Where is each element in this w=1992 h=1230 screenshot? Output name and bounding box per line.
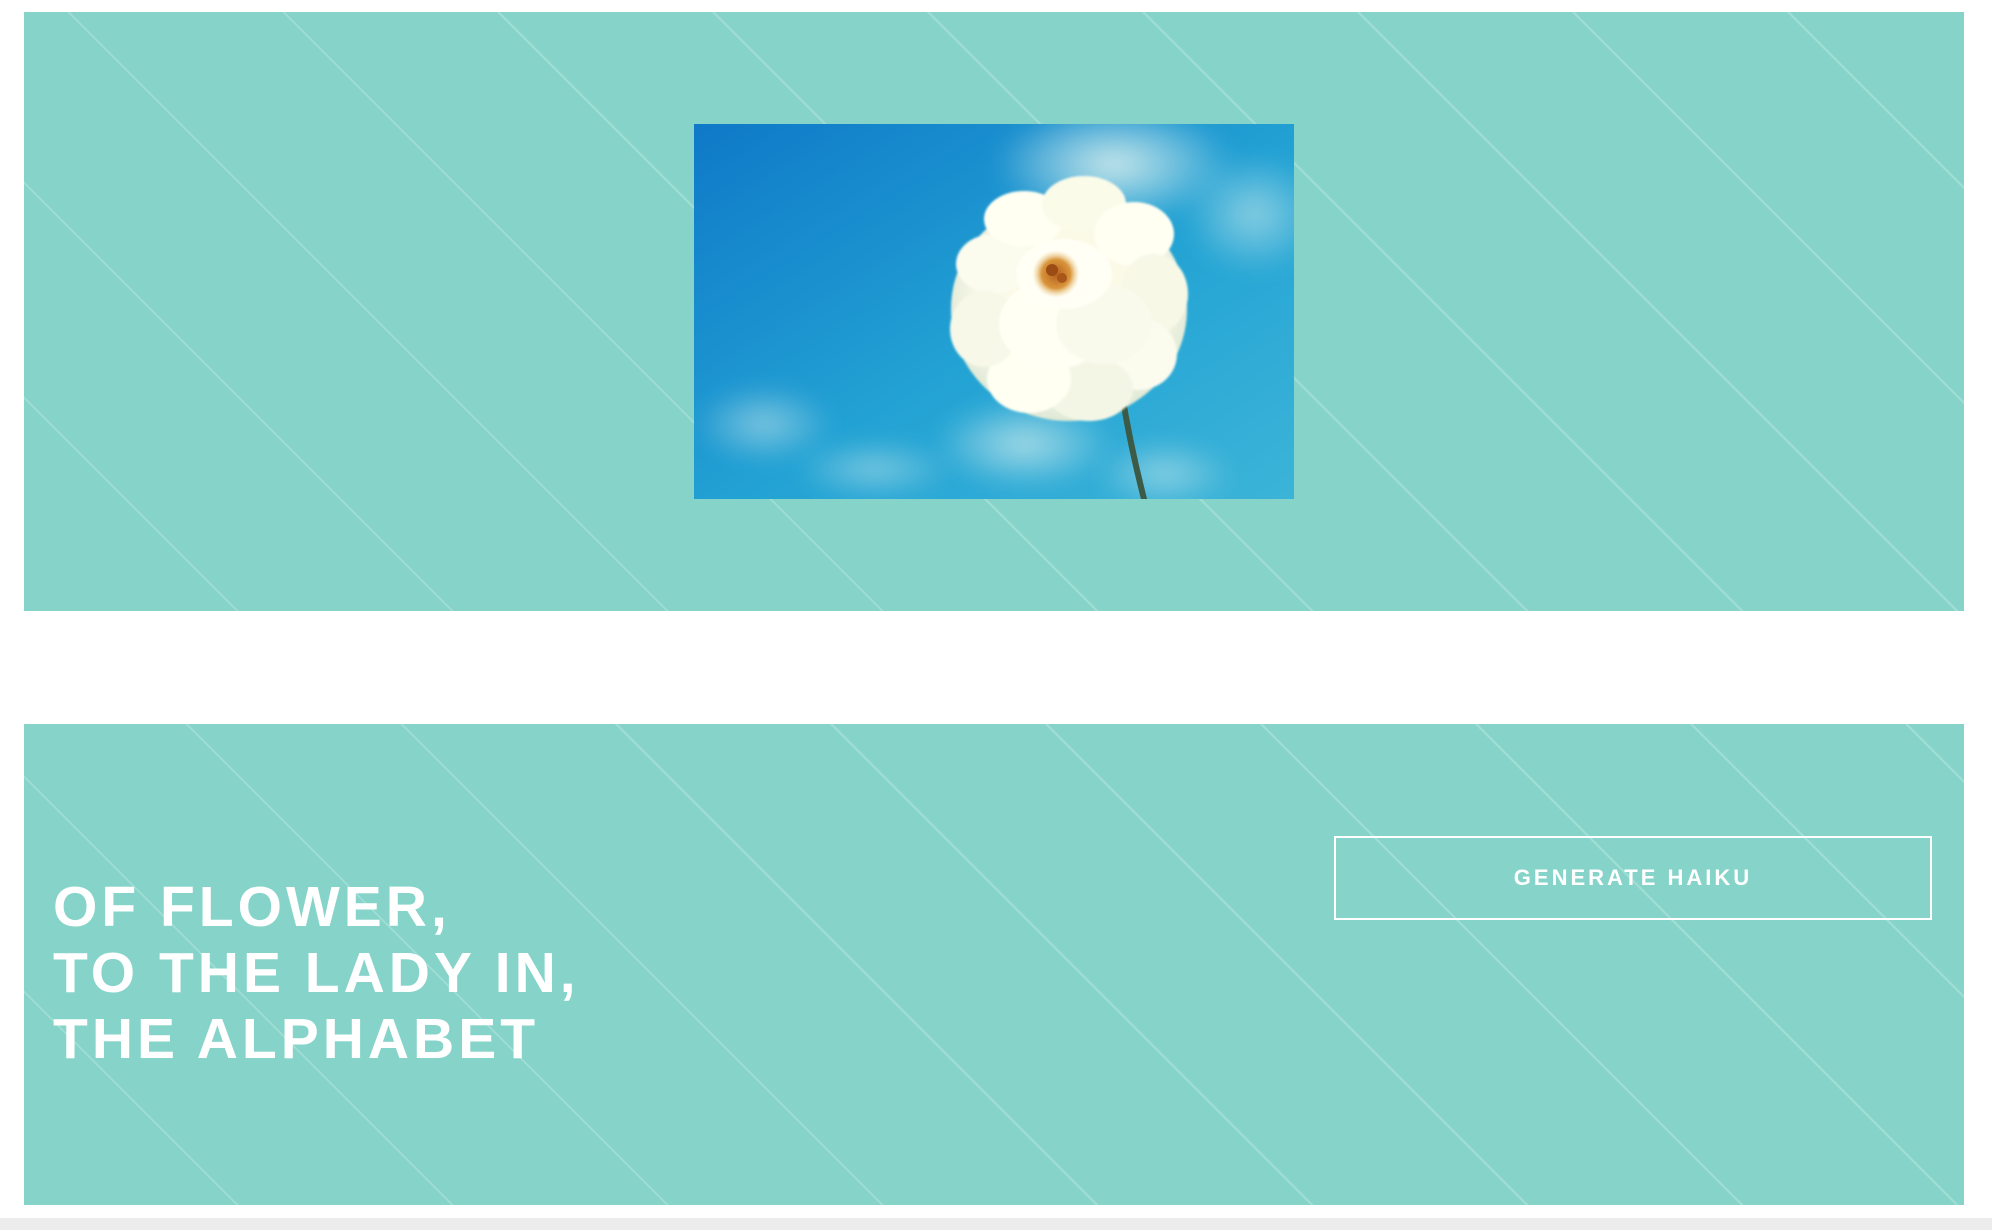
flower-photo (694, 124, 1294, 499)
image-panel (24, 12, 1964, 611)
page: OF FLOWER, TO THE LADY IN, THE ALPHABET … (0, 0, 1992, 1230)
haiku-panel: OF FLOWER, TO THE LADY IN, THE ALPHABET … (24, 724, 1964, 1205)
bottom-strip (0, 1218, 1992, 1230)
haiku-line-2: TO THE LADY IN, (53, 941, 580, 1005)
haiku-text: OF FLOWER, TO THE LADY IN, THE ALPHABET (53, 874, 580, 1072)
haiku-line-3: THE ALPHABET (53, 1007, 540, 1071)
generate-haiku-button[interactable]: GENERATE HAIKU (1334, 836, 1932, 920)
haiku-line-1: OF FLOWER, (53, 875, 451, 939)
